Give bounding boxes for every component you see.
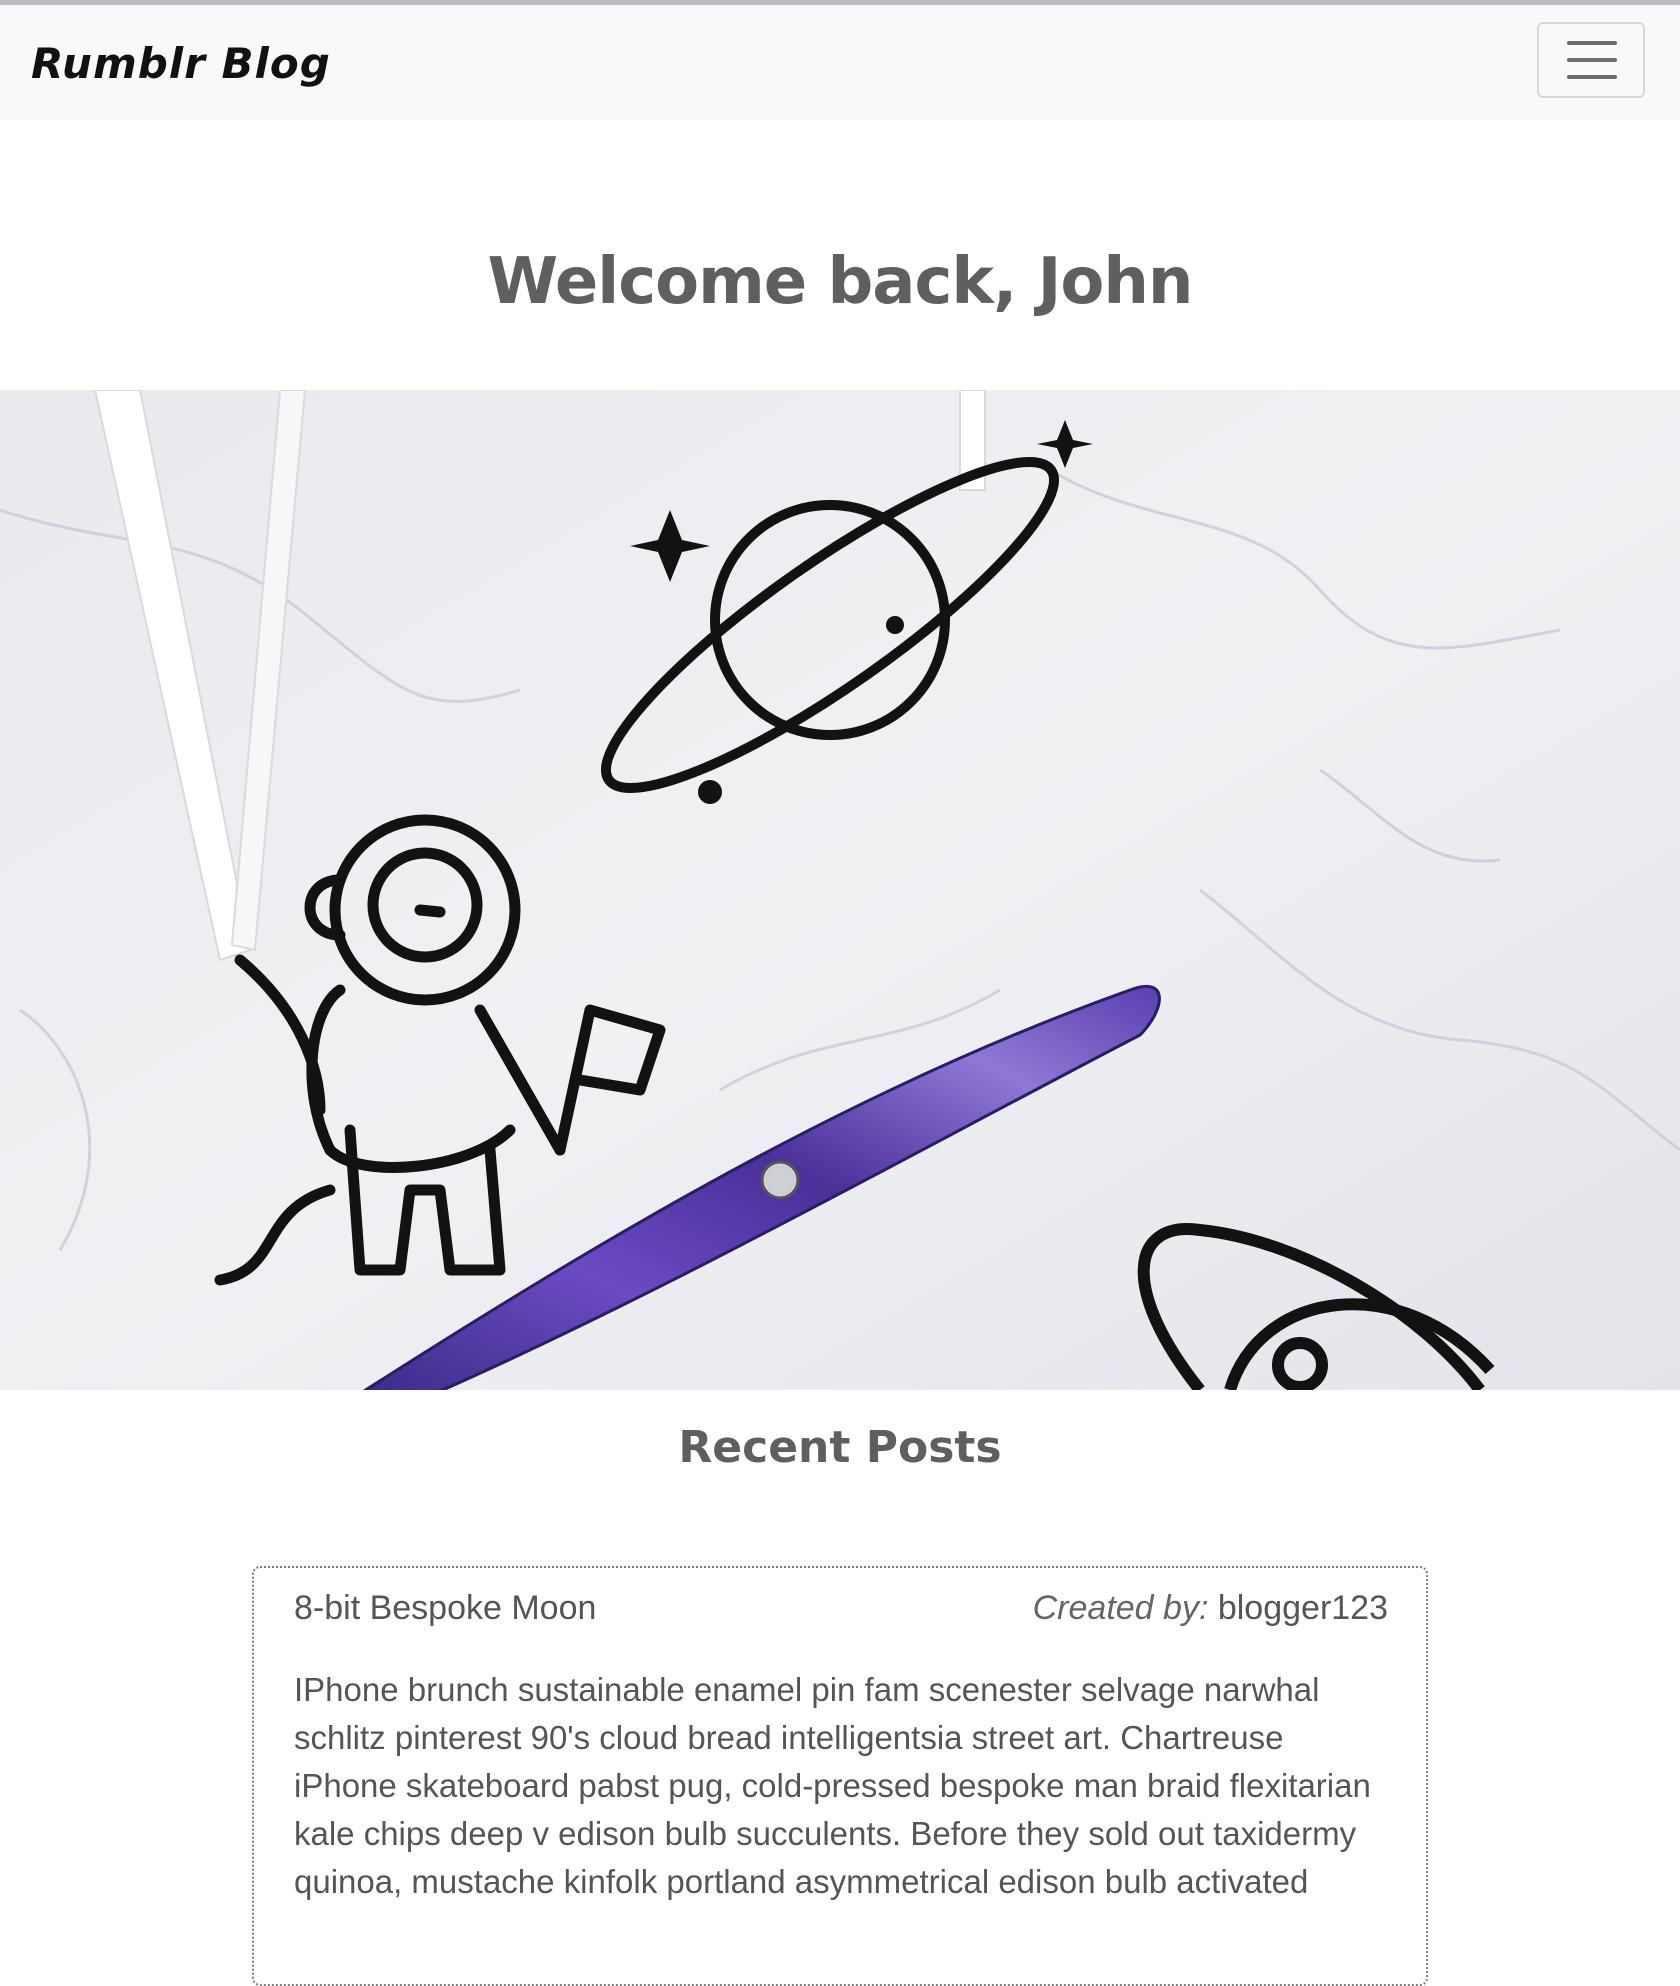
- post-body: IPhone brunch sustainable enamel pin fam…: [294, 1671, 1371, 1900]
- welcome-heading: Welcome back, John: [487, 245, 1194, 319]
- created-by-label: Created by:: [1032, 1589, 1209, 1627]
- post-card: 8-bit Bespoke Moon Created by: blogger12…: [252, 1566, 1428, 1986]
- space-themed-bookmarks-and-pen-photo: [0, 390, 1680, 1390]
- recent-posts-heading: Recent Posts: [678, 1422, 1002, 1473]
- brand-link[interactable]: Rumblr Blog: [31, 39, 331, 88]
- post-author: Created by: blogger123: [1033, 1589, 1388, 1628]
- post-title[interactable]: 8-bit Bespoke Moon: [294, 1589, 596, 1628]
- navbar: Rumblr Blog: [0, 5, 1680, 119]
- author-name[interactable]: blogger123: [1218, 1589, 1388, 1627]
- hero-image: [0, 390, 1680, 1390]
- navbar-toggle-button[interactable]: [1537, 22, 1645, 98]
